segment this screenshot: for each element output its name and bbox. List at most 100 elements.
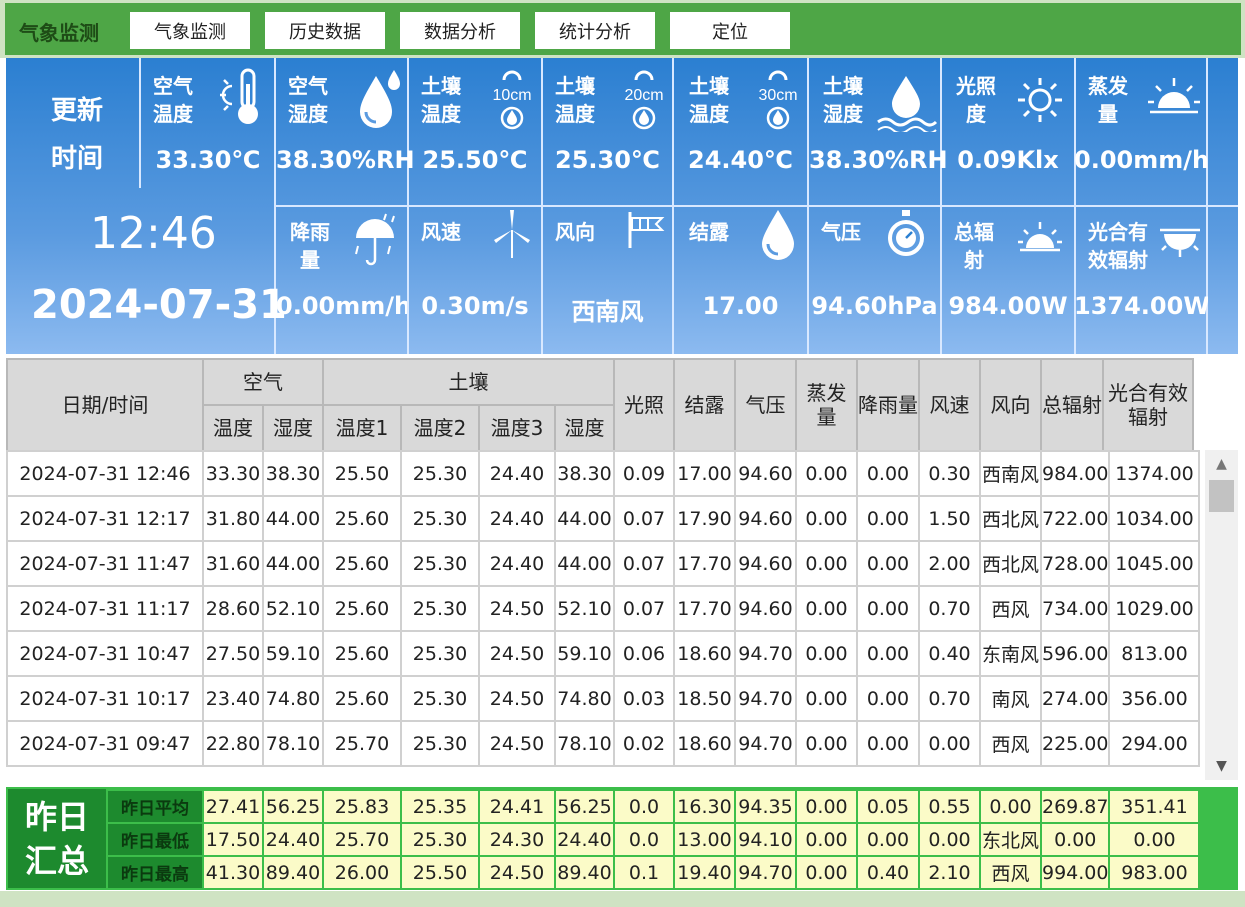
soil-temp-30-label: 土壤 温度	[689, 74, 729, 126]
table-cell: 0.07	[613, 540, 675, 587]
summary-cell: 94.10	[734, 822, 797, 857]
rain-umbrella-icon	[355, 213, 395, 266]
table-cell: 25.60	[322, 630, 402, 677]
par-value: 1374.00W	[1074, 292, 1208, 320]
table-row[interactable]: 2024-07-31 11:47 31.60 44.00 25.60 25.30 24.4…	[6, 540, 1201, 587]
table-row[interactable]: 2024-07-31 10:47 27.50 59.10 25.60 25.30 24.5…	[6, 630, 1201, 677]
table-cell: 0.02	[613, 720, 675, 767]
table-cell: 24.50	[478, 630, 556, 677]
summary-cell: 0.55	[918, 789, 981, 824]
thermometer-icon	[220, 68, 258, 124]
wind-direction-value: 西南风	[571, 298, 644, 326]
summary-cell: 13.00	[673, 822, 736, 857]
table-cell: 27.50	[202, 630, 264, 677]
nav-history-button[interactable]: 历史数据	[265, 12, 385, 49]
table-cell: 1029.00	[1108, 585, 1201, 632]
table-cell: 28.60	[202, 585, 264, 632]
table-row[interactable]: 2024-07-31 10:17 23.40 74.80 25.60 25.30 24.5…	[6, 675, 1201, 722]
summary-cell: 0.00	[795, 789, 858, 824]
soil-temp-20-value: 25.30℃	[555, 146, 660, 174]
table-cell: 24.40	[478, 540, 556, 587]
summary-row: 昨日最低 17.50 24.40 25.70 25.30 24.30 24.40 0.0 13.…	[106, 822, 1201, 857]
summary-cell: 94.35	[734, 789, 797, 824]
table-cell: 东南风	[979, 630, 1042, 677]
table-row[interactable]: 2024-07-31 12:17 31.80 44.00 25.60 25.30 24.4…	[6, 495, 1201, 542]
soil-20cm-icon: 20cm	[624, 70, 664, 130]
sensor-dashboard: 更新 时间 12:46 2024-07-31 空气 温度 33.30℃ 空气 湿度 …	[6, 58, 1238, 354]
table-cell: 17.70	[673, 585, 736, 632]
col-air: 空气	[202, 358, 324, 406]
svg-text:10cm: 10cm	[492, 87, 531, 104]
table-cell: 25.30	[400, 720, 480, 767]
soil-10cm-icon: 10cm	[492, 70, 532, 130]
table-cell: 0.00	[856, 495, 920, 542]
table-cell: 18.60	[673, 720, 736, 767]
summary-cell: 89.40	[554, 855, 615, 890]
summary-cell: 24.50	[478, 855, 556, 890]
table-cell: 44.00	[262, 540, 324, 587]
update-label-1: 更新	[51, 96, 104, 126]
table-cell: 0.00	[795, 495, 858, 542]
soil-humidity-label: 土壤 湿度	[823, 74, 863, 126]
update-date: 2024-07-31	[31, 282, 287, 328]
summary-cell: 56.25	[262, 789, 324, 824]
table-cell: 74.80	[554, 675, 615, 722]
table-scrollbar[interactable]: ▲ ▼	[1205, 450, 1238, 780]
scroll-thumb[interactable]	[1209, 480, 1234, 512]
nav-weather-monitor-button[interactable]: 气象监测	[130, 12, 250, 49]
table-cell: 1374.00	[1108, 450, 1201, 497]
table-cell: 25.30	[400, 675, 480, 722]
par-radiation-icon	[1160, 228, 1200, 257]
table-cell: 0.70	[918, 585, 981, 632]
table-row[interactable]: 2024-07-31 09:47 22.80 78.10 25.70 25.30 24.5…	[6, 720, 1201, 767]
table-row[interactable]: 2024-07-31 11:17 28.60 52.10 25.60 25.30 24.5…	[6, 585, 1201, 632]
light-value: 0.09Klx	[957, 146, 1059, 174]
table-cell: 0.06	[613, 630, 675, 677]
summary-cell: 0.00	[918, 822, 981, 857]
scroll-up-arrow-icon[interactable]: ▲	[1205, 450, 1238, 478]
summary-table: 昨日平均 27.41 56.25 25.83 25.35 24.41 56.25 0.0 16.…	[106, 789, 1201, 890]
table-body[interactable]: 2024-07-31 12:46 33.30 38.30 25.50 25.30 24.4…	[6, 450, 1201, 767]
table-cell: 31.80	[202, 495, 264, 542]
col-evaporation: 蒸发量	[795, 358, 858, 452]
summary-cell: 0.00	[979, 789, 1042, 824]
app-title: 气象监测	[19, 21, 99, 45]
bottom-strip	[0, 891, 1245, 907]
table-cell: 94.60	[734, 495, 797, 542]
table-cell: 728.00	[1039, 540, 1111, 587]
table-row[interactable]: 2024-07-31 12:46 33.30 38.30 25.50 25.30 24.4…	[6, 450, 1201, 497]
col-par: 光合有效辐射	[1102, 358, 1194, 452]
col-light: 光照	[613, 358, 675, 452]
summary-cell: 0.00	[795, 855, 858, 890]
table-cell: 813.00	[1108, 630, 1201, 677]
col-soil-temp1: 温度1	[322, 404, 402, 452]
yesterday-summary: 昨日 汇总 昨日平均 27.41 56.25 25.83 25.35 24.41 56.25…	[6, 787, 1238, 890]
total-radiation-label: 总辐射	[954, 220, 994, 272]
table-cell: 356.00	[1108, 675, 1201, 722]
summary-cell: 27.41	[202, 789, 264, 824]
table-cell: 94.60	[734, 450, 797, 497]
table-cell: 94.70	[734, 720, 797, 767]
table-cell: 25.50	[322, 450, 402, 497]
table-cell: 18.50	[673, 675, 736, 722]
summary-cell: 2.10	[918, 855, 981, 890]
table-cell: 1045.00	[1108, 540, 1201, 587]
scroll-down-arrow-icon[interactable]: ▼	[1205, 752, 1238, 780]
col-datetime: 日期/时间	[6, 358, 204, 452]
table-cell: 0.09	[613, 450, 675, 497]
nav-location-button[interactable]: 定位	[670, 12, 790, 49]
table-cell: 17.90	[673, 495, 736, 542]
nav-analysis-button[interactable]: 数据分析	[400, 12, 520, 49]
summary-cell: 351.41	[1108, 789, 1201, 824]
history-table: 日期/时间 空气 土壤 光照 结露 气压 蒸发量 降雨量 风速 风向 总辐射 光…	[6, 358, 1238, 782]
table-cell: 西风	[979, 720, 1042, 767]
dew-drop-icon	[762, 210, 794, 260]
par-label: 光合有 效辐射	[1088, 220, 1148, 272]
summary-cell: 994.00	[1039, 855, 1111, 890]
summary-cell: 东北风	[979, 822, 1042, 857]
summary-cell: 0.1	[613, 855, 675, 890]
table-cell: 22.80	[202, 720, 264, 767]
stopwatch-icon	[888, 210, 924, 256]
table-cell: 0.00	[856, 675, 920, 722]
nav-statistics-button[interactable]: 统计分析	[535, 12, 655, 49]
